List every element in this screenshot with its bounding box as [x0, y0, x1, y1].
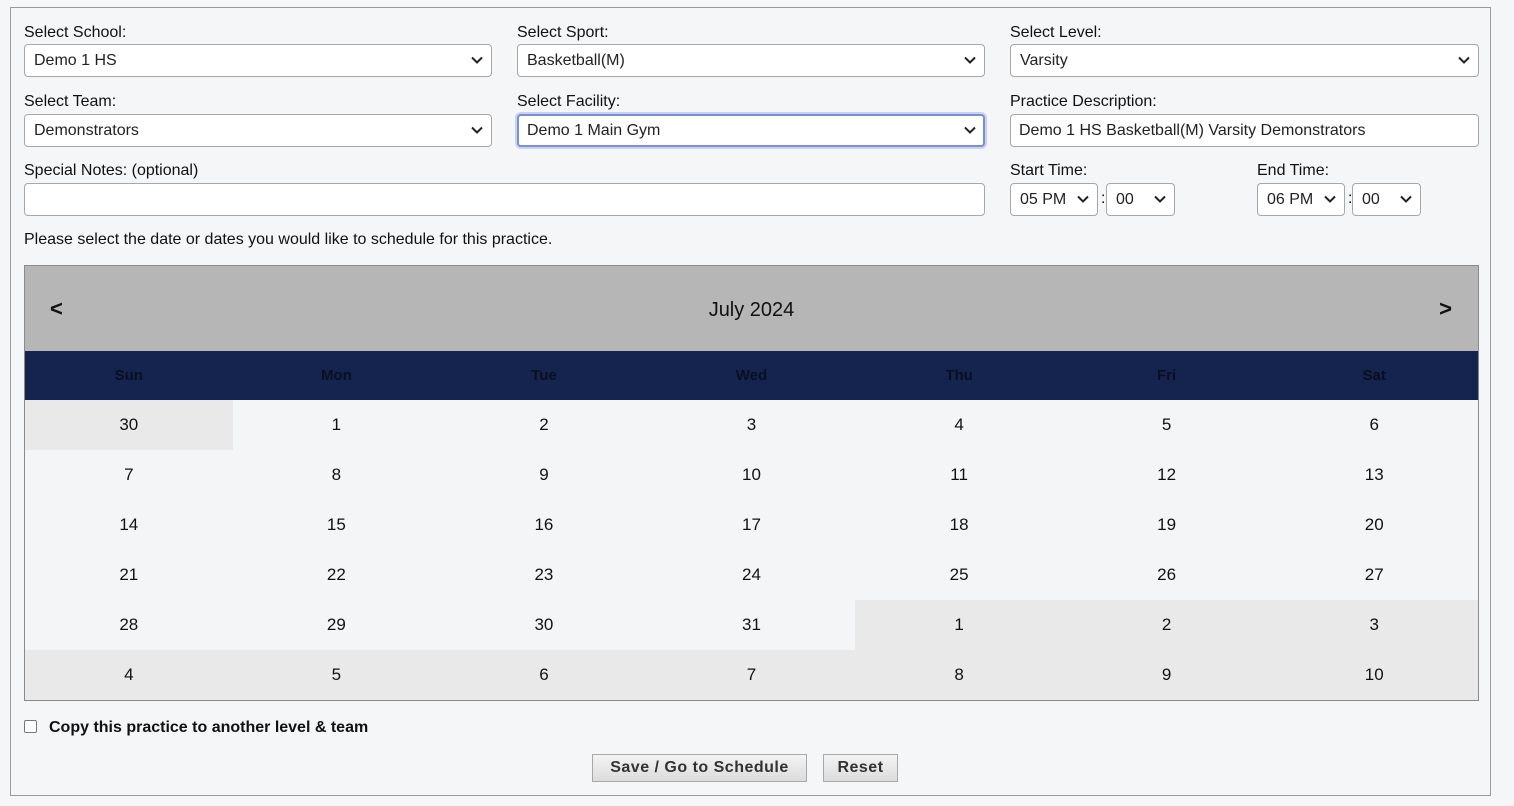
- level-select[interactable]: Varsity: [1010, 44, 1479, 77]
- level-select-value: Varsity: [1020, 52, 1068, 69]
- school-select[interactable]: Demo 1 HS: [24, 44, 492, 77]
- description-input-value: Demo 1 HS Basketball(M) Varsity Demonstr…: [1019, 122, 1366, 139]
- calendar-day[interactable]: 21: [25, 550, 233, 600]
- chevron-down-icon: [1077, 195, 1089, 203]
- weekday-mon: Mon: [320, 367, 352, 384]
- sport-select-value: Basketball(M): [527, 52, 625, 69]
- end-time-label: End Time:: [1257, 162, 1330, 179]
- calendar-day-other-month[interactable]: 3: [1270, 600, 1479, 650]
- notes-input[interactable]: [24, 183, 985, 216]
- school-select-value: Demo 1 HS: [34, 52, 117, 69]
- weekday-sat: Sat: [1362, 367, 1386, 384]
- sport-select[interactable]: Basketball(M): [517, 44, 985, 77]
- notes-label: Special Notes: (optional): [24, 162, 199, 179]
- end-hour-select[interactable]: 06 PM: [1257, 183, 1345, 216]
- calendar-day[interactable]: 26: [1063, 550, 1271, 600]
- level-label: Select Level:: [1010, 24, 1102, 41]
- date-instructions: Please select the date or dates you woul…: [24, 231, 553, 248]
- end-minute-value: 00: [1362, 191, 1380, 208]
- calendar-day[interactable]: 7: [25, 450, 233, 500]
- calendar-day[interactable]: 19: [1063, 500, 1271, 550]
- calendar-day[interactable]: 23: [440, 550, 648, 600]
- copy-practice-label[interactable]: Copy this practice to another level & te…: [49, 719, 368, 737]
- calendar: < July 2024 > Sun Mon Tue Wed Thu Fri Sat 30 1 2…: [24, 265, 1479, 701]
- calendar-day[interactable]: 11: [855, 450, 1063, 500]
- calendar-day-other-month[interactable]: 5: [232, 650, 441, 700]
- school-label: Select School:: [24, 24, 127, 41]
- weekday-thu: Thu: [945, 367, 973, 384]
- calendar-day[interactable]: 16: [440, 500, 648, 550]
- calendar-day[interactable]: 31: [648, 600, 856, 650]
- chevron-down-icon: [964, 56, 976, 64]
- chevron-down-icon: [471, 56, 483, 64]
- calendar-day[interactable]: 12: [1063, 450, 1271, 500]
- chevron-down-icon: [1324, 195, 1336, 203]
- calendar-day[interactable]: 18: [855, 500, 1063, 550]
- calendar-day[interactable]: 8: [233, 450, 441, 500]
- calendar-day[interactable]: 17: [648, 500, 856, 550]
- calendar-day-other-month[interactable]: 9: [1062, 650, 1271, 700]
- sport-label: Select Sport:: [517, 24, 609, 41]
- calendar-day[interactable]: 29: [233, 600, 441, 650]
- weekday-header-row: Sun Mon Tue Wed Thu Fri Sat: [25, 351, 1478, 400]
- calendar-day-other-month[interactable]: 2: [1062, 600, 1271, 650]
- copy-practice-checkbox[interactable]: [24, 720, 37, 733]
- chevron-down-icon: [1154, 195, 1166, 203]
- calendar-day[interactable]: 15: [233, 500, 441, 550]
- calendar-day[interactable]: 10: [648, 450, 856, 500]
- calendar-day[interactable]: 6: [1270, 400, 1478, 450]
- weekday-sun: Sun: [114, 367, 143, 384]
- next-month-button[interactable]: >: [1439, 297, 1452, 321]
- reset-button[interactable]: Reset: [823, 754, 898, 782]
- calendar-day[interactable]: 20: [1270, 500, 1478, 550]
- calendar-day[interactable]: 30: [440, 600, 648, 650]
- start-hour-select[interactable]: 05 PM: [1010, 183, 1098, 216]
- calendar-day[interactable]: 3: [648, 400, 856, 450]
- calendar-day[interactable]: 13: [1270, 450, 1478, 500]
- calendar-day[interactable]: 27: [1270, 550, 1478, 600]
- team-select[interactable]: Demonstrators: [24, 114, 492, 147]
- team-select-value: Demonstrators: [34, 122, 139, 139]
- calendar-day-other-month[interactable]: 6: [440, 650, 648, 700]
- calendar-header: < July 2024 >: [25, 266, 1478, 351]
- start-time-colon: :: [1101, 190, 1106, 207]
- calendar-day[interactable]: 2: [440, 400, 648, 450]
- chevron-down-icon: [471, 126, 483, 134]
- calendar-day-other-month[interactable]: 7: [647, 650, 856, 700]
- start-hour-value: 05 PM: [1020, 191, 1067, 208]
- calendar-day-other-month[interactable]: 1: [855, 600, 1063, 650]
- calendar-day[interactable]: 28: [25, 600, 233, 650]
- facility-select-value: Demo 1 Main Gym: [527, 122, 661, 139]
- calendar-day[interactable]: 24: [648, 550, 856, 600]
- calendar-day-other-month[interactable]: 30: [25, 400, 233, 450]
- calendar-day[interactable]: 1: [233, 400, 441, 450]
- calendar-day[interactable]: 25: [855, 550, 1063, 600]
- calendar-month-title: July 2024: [708, 299, 795, 321]
- chevron-down-icon: [1400, 195, 1412, 203]
- start-time-label: Start Time:: [1010, 162, 1088, 179]
- calendar-day[interactable]: 4: [855, 400, 1063, 450]
- chevron-down-icon: [1458, 56, 1470, 64]
- team-label: Select Team:: [24, 93, 117, 110]
- weekday-tue: Tue: [531, 367, 557, 384]
- start-minute-select[interactable]: 00: [1106, 183, 1175, 216]
- weekday-wed: Wed: [735, 367, 768, 384]
- weekday-fri: Fri: [1157, 367, 1177, 384]
- description-label: Practice Description:: [1010, 93, 1157, 110]
- calendar-day[interactable]: 5: [1063, 400, 1271, 450]
- calendar-day[interactable]: 14: [25, 500, 233, 550]
- chevron-down-icon: [964, 126, 976, 134]
- calendar-day-other-month[interactable]: 4: [25, 650, 233, 700]
- calendar-day[interactable]: 22: [233, 550, 441, 600]
- start-minute-value: 00: [1116, 191, 1134, 208]
- calendar-day[interactable]: 9: [440, 450, 648, 500]
- end-minute-select[interactable]: 00: [1352, 183, 1421, 216]
- facility-label: Select Facility:: [517, 93, 621, 110]
- calendar-day-other-month[interactable]: 10: [1270, 650, 1479, 700]
- description-input[interactable]: Demo 1 HS Basketball(M) Varsity Demonstr…: [1010, 114, 1479, 147]
- facility-select[interactable]: Demo 1 Main Gym: [517, 114, 985, 147]
- end-hour-value: 06 PM: [1267, 191, 1314, 208]
- save-go-to-schedule-button[interactable]: Save / Go to Schedule: [592, 754, 807, 782]
- calendar-day-other-month[interactable]: 8: [855, 650, 1063, 700]
